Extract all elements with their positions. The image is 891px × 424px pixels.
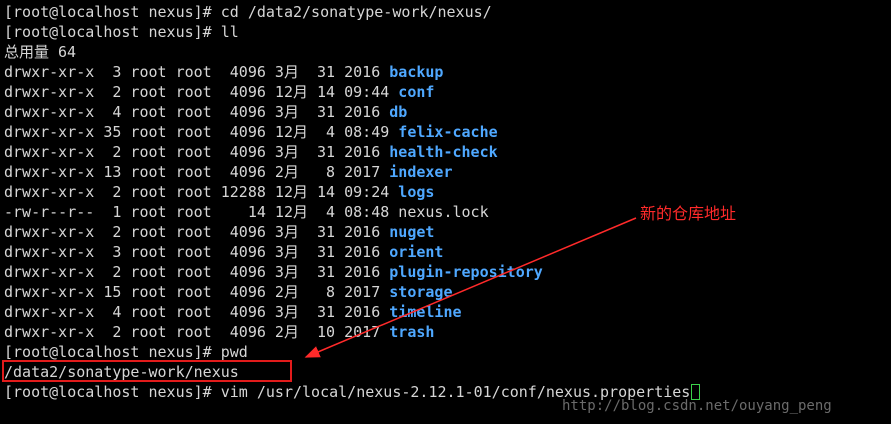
directory-name: backup: [389, 63, 444, 81]
listing-row: drwxr-xr-x 15 root root 4096 2月 8 2017 s…: [0, 282, 891, 302]
listing-row: drwxr-xr-x 4 root root 4096 3月 31 2016 t…: [0, 302, 891, 322]
line-text: [root@localhost nexus]# ll: [4, 23, 239, 41]
line-text: [root@localhost nexus]# cd /data2/sonaty…: [4, 3, 492, 21]
listing-attributes: drwxr-xr-x 35 root root 4096 12月 4 08:49: [4, 123, 399, 141]
highlight-box: [2, 360, 292, 382]
directory-name: felix-cache: [398, 123, 498, 141]
prompt-line: [root@localhost nexus]# ll: [0, 22, 891, 42]
listing-attributes: drwxr-xr-x 2 root root 4096 3月 31 2016: [4, 223, 390, 241]
directory-name: nuget: [389, 223, 435, 241]
listing-attributes: drwxr-xr-x 2 root root 4096 3月 31 2016: [4, 143, 390, 161]
listing-row: drwxr-xr-x 35 root root 4096 12月 4 08:49…: [0, 122, 891, 142]
terminal-window[interactable]: [root@localhost nexus]# cd /data2/sonaty…: [0, 0, 891, 424]
directory-name: plugin-repository: [389, 263, 543, 281]
directory-name: conf: [398, 83, 435, 101]
listing-row: drwxr-xr-x 2 root root 4096 3月 31 2016 h…: [0, 142, 891, 162]
line-text: 总用量 64: [4, 43, 77, 61]
listing-attributes: drwxr-xr-x 2 root root 4096 12月 14 09:44: [4, 83, 399, 101]
listing-row: drwxr-xr-x 2 root root 4096 3月 31 2016 p…: [0, 262, 891, 282]
listing-attributes: drwxr-xr-x 2 root root 12288 12月 14 09:2…: [4, 183, 399, 201]
directory-name: timeline: [389, 303, 462, 321]
prompt-line: [root@localhost nexus]# cd /data2/sonaty…: [0, 2, 891, 22]
line-text: [root@localhost nexus]# pwd: [4, 343, 248, 361]
listing-row: drwxr-xr-x 2 root root 4096 3月 31 2016 n…: [0, 222, 891, 242]
listing-attributes: -rw-r--r-- 1 root root 14 12月 4 08:48: [4, 203, 399, 221]
listing-row: drwxr-xr-x 3 root root 4096 3月 31 2016 o…: [0, 242, 891, 262]
listing-attributes: drwxr-xr-x 15 root root 4096 2月 8 2017: [4, 283, 390, 301]
listing-row: drwxr-xr-x 4 root root 4096 3月 31 2016 d…: [0, 102, 891, 122]
listing-attributes: drwxr-xr-x 13 root root 4096 2月 8 2017: [4, 163, 390, 181]
listing-row: drwxr-xr-x 2 root root 12288 12月 14 09:2…: [0, 182, 891, 202]
directory-name: storage: [389, 283, 453, 301]
listing-row: drwxr-xr-x 13 root root 4096 2月 8 2017 i…: [0, 162, 891, 182]
listing-attributes: drwxr-xr-x 4 root root 4096 3月 31 2016: [4, 103, 390, 121]
prompt-line: [root@localhost nexus]# pwd: [0, 342, 891, 362]
directory-name: trash: [389, 323, 435, 341]
listing-attributes: drwxr-xr-x 3 root root 4096 3月 31 2016: [4, 63, 390, 81]
listing-row: drwxr-xr-x 2 root root 4096 2月 10 2017 t…: [0, 322, 891, 342]
listing-attributes: drwxr-xr-x 2 root root 4096 2月 10 2017: [4, 323, 390, 341]
annotation-label: 新的仓库地址: [640, 204, 737, 223]
listing-attributes: drwxr-xr-x 3 root root 4096 3月 31 2016: [4, 243, 390, 261]
terminal-output: [root@localhost nexus]# cd /data2/sonaty…: [0, 2, 891, 402]
listing-attributes: drwxr-xr-x 2 root root 4096 3月 31 2016: [4, 263, 390, 281]
file-name: nexus.lock: [398, 203, 489, 221]
output-line: 总用量 64: [0, 42, 891, 62]
directory-name: indexer: [389, 163, 453, 181]
listing-row: drwxr-xr-x 3 root root 4096 3月 31 2016 b…: [0, 62, 891, 82]
listing-attributes: drwxr-xr-x 4 root root 4096 3月 31 2016: [4, 303, 390, 321]
watermark: http://blog.csdn.net/ouyang_peng: [562, 398, 832, 414]
listing-row: -rw-r--r-- 1 root root 14 12月 4 08:48 ne…: [0, 202, 891, 222]
listing-row: drwxr-xr-x 2 root root 4096 12月 14 09:44…: [0, 82, 891, 102]
directory-name: logs: [398, 183, 435, 201]
directory-name: health-check: [389, 143, 498, 161]
directory-name: orient: [389, 243, 444, 261]
directory-name: db: [389, 103, 408, 121]
